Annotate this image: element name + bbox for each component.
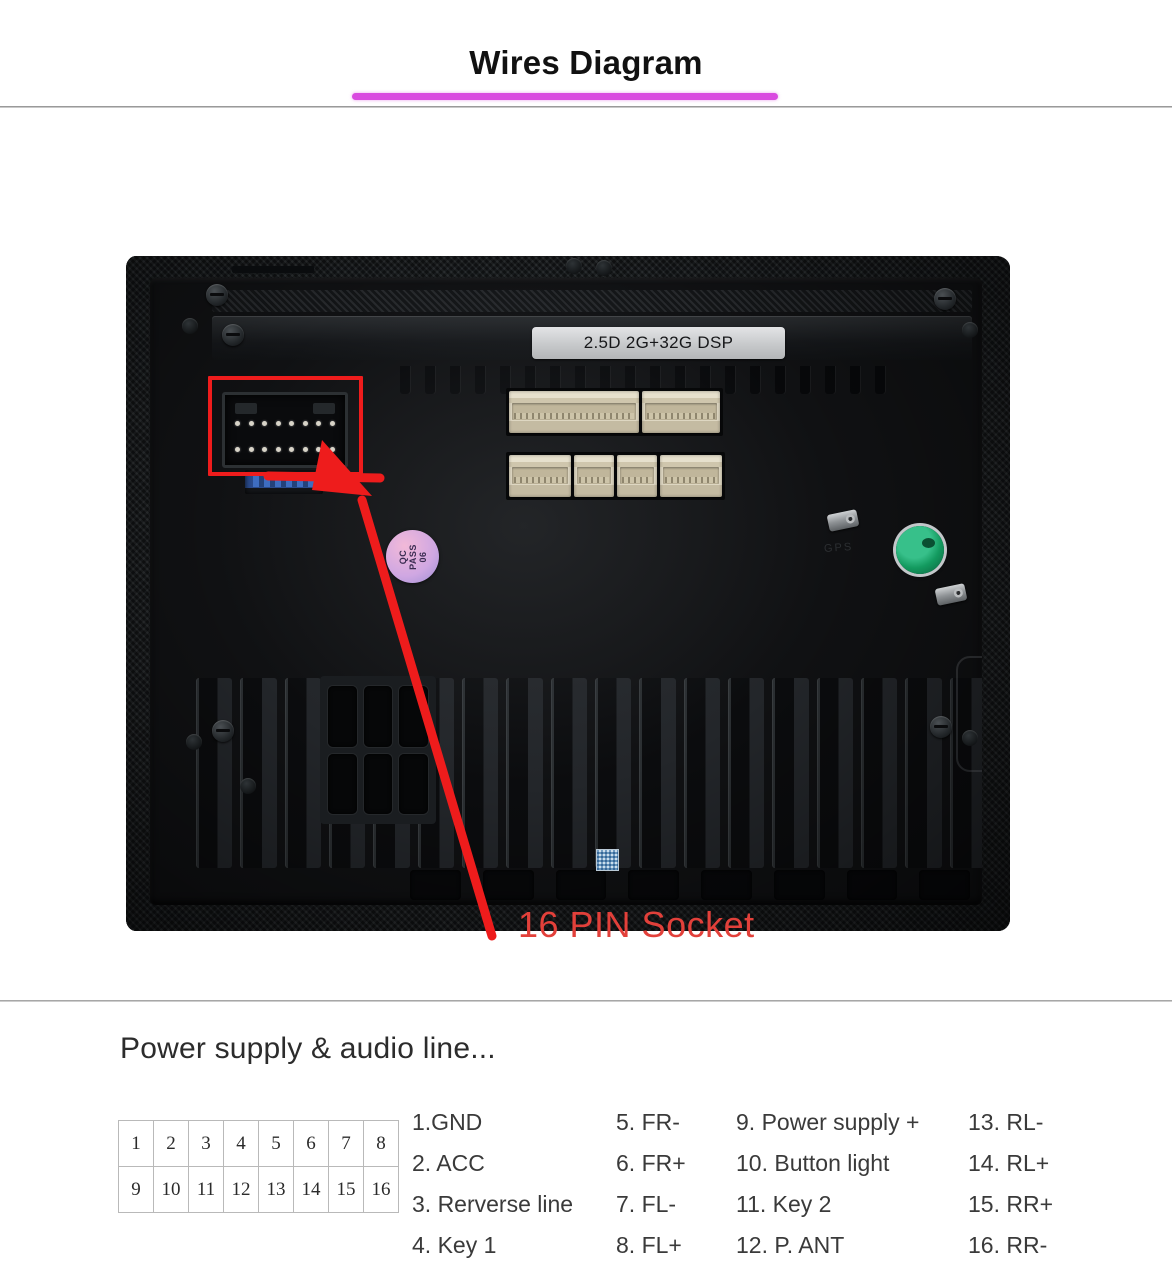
screw [206, 284, 228, 306]
left-vent-slot-block [320, 676, 436, 824]
screw [222, 324, 244, 346]
mount-boss [182, 318, 198, 334]
pinout-entry: 2. ACC [412, 1150, 485, 1176]
pin-cell: 5 [258, 1120, 294, 1167]
socket-callout-label: 16 PIN Socket [518, 904, 755, 945]
beige-connector [509, 391, 639, 433]
green-antenna-connector [896, 526, 944, 574]
pin-cell: 7 [328, 1120, 364, 1167]
pin-cell: 1 [118, 1120, 154, 1167]
pin-cell: 16 [363, 1166, 399, 1213]
screw [212, 720, 234, 742]
top-slot [232, 266, 314, 273]
pinout-entry: 11. Key 2 [736, 1191, 832, 1217]
table-row: 9 10 11 12 13 14 15 16 [118, 1166, 399, 1213]
pin-number-grid: 1 2 3 4 5 6 7 8 9 10 11 12 13 14 15 16 [118, 1120, 399, 1213]
pinout-entry: 4. Key 1 [412, 1232, 497, 1258]
mount-boss [240, 778, 256, 794]
pinout-column-1: 1.GND 2. ACC 3. Rerverse line 4. Key 1 [412, 1102, 573, 1266]
screw [930, 716, 952, 738]
pinout-entry: 9. Power supply + [736, 1109, 920, 1135]
beige-connector [617, 455, 657, 497]
header-divider [0, 106, 1172, 108]
page-title: Wires Diagram [469, 44, 703, 81]
gps-marking-text: GPS [823, 540, 854, 556]
pinout-entry: 6. FR+ [616, 1150, 686, 1176]
vent-slot [363, 753, 393, 814]
socket-highlight-box [208, 376, 363, 476]
pin-cell: 14 [293, 1166, 329, 1213]
vent-slot [363, 686, 393, 747]
beige-connector [509, 455, 571, 497]
pinout-entry: 14. RL+ [968, 1150, 1050, 1176]
pin-cell: 6 [293, 1120, 329, 1167]
qc-pass-sticker-text: QC PASS 06 [397, 543, 428, 570]
page-header: Wires Diagram [0, 0, 1172, 118]
vent-slot [328, 753, 357, 814]
pin-cell: 3 [188, 1120, 224, 1167]
pinout-entry: 15. RR+ [968, 1191, 1054, 1217]
qr-code-sticker [596, 849, 619, 871]
pinout-entry: 10. Button light [736, 1150, 890, 1176]
mount-boss [962, 322, 978, 338]
pinout-heading: Power supply & audio line... [120, 1032, 496, 1065]
pinout-column-4: 13. RL- 14. RL+ 15. RR+ 16. RR- [968, 1102, 1053, 1266]
connector-bank-top [506, 388, 723, 436]
pinout-column-2: 5. FR- 6. FR+ 7. FL- 8. FL+ [616, 1102, 686, 1266]
pinout-entry: 16. RR- [968, 1232, 1048, 1258]
pinout-entry: 13. RL- [968, 1109, 1044, 1135]
pin-cell: 2 [153, 1120, 189, 1167]
pinout-entry: 1.GND [412, 1109, 483, 1135]
mount-boss [596, 260, 612, 276]
beige-connector [574, 455, 614, 497]
vent-slot [399, 753, 428, 814]
pin-cell: 10 [153, 1166, 189, 1213]
title-accent-bar [352, 93, 778, 100]
mount-boss [962, 730, 978, 746]
pin-cell: 15 [328, 1166, 364, 1213]
beige-connector [642, 391, 720, 433]
device-photo-area: SN 1189 2C0111 0110 2.5D 2G+32G DSP [0, 118, 1172, 1000]
screw [934, 288, 956, 310]
pinout-entry: 8. FL+ [616, 1232, 682, 1258]
pin-cell: 12 [223, 1166, 259, 1213]
qc-pass-sticker: QC PASS 06 [386, 530, 439, 583]
pin-cell: 13 [258, 1166, 294, 1213]
mount-boss [566, 258, 582, 274]
pin-cell: 9 [118, 1166, 154, 1213]
pinout-entry: 7. FL- [616, 1191, 677, 1217]
beige-connector [660, 455, 722, 497]
table-row: 1 2 3 4 5 6 7 8 [118, 1120, 399, 1167]
pinout-entry: 12. P. ANT [736, 1232, 845, 1258]
pin-cell: 8 [363, 1120, 399, 1167]
vent-slot [328, 686, 357, 747]
pin-cell: 4 [223, 1120, 259, 1167]
pinout-entry: 5. FR- [616, 1109, 680, 1135]
pin-cell: 11 [188, 1166, 224, 1213]
pinout-column-3: 9. Power supply + 10. Button light 11. K… [736, 1102, 919, 1266]
spec-label: 2.5D 2G+32G DSP [532, 327, 785, 359]
connector-bank-bottom [506, 452, 725, 500]
vent-slot [399, 686, 428, 747]
pinout-section: Power supply & audio line... 1 2 3 4 5 6… [0, 1002, 1172, 1280]
mount-boss [186, 734, 202, 750]
pinout-entry: 3. Rerverse line [412, 1191, 574, 1217]
